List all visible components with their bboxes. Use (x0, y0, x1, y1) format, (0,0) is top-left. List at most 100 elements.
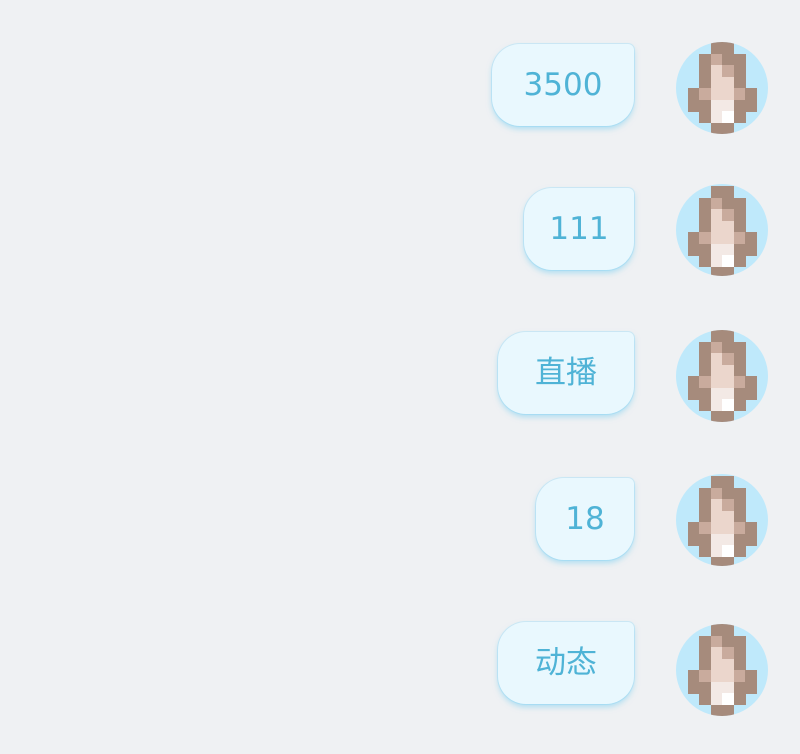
avatar-mosaic-pixel (722, 658, 734, 671)
avatar-mosaic-pixel (699, 387, 711, 400)
avatar-mosaic-pixel (722, 232, 734, 244)
user-avatar[interactable] (676, 330, 768, 422)
avatar-mosaic-pixel (722, 197, 734, 210)
avatar-mosaic-pixel (699, 65, 711, 77)
avatar-mosaic-pixel (710, 353, 723, 365)
avatar-mosaic-pixel (687, 670, 700, 682)
avatar-mosaic-pixel (722, 209, 734, 221)
message-text: 动态 (535, 644, 597, 681)
avatar-mosaic-pixel (710, 499, 723, 511)
message-bubble[interactable]: 111 (524, 188, 634, 270)
avatar-mosaic-pixel (722, 693, 734, 705)
message-bubble[interactable]: 18 (536, 478, 634, 560)
avatar-mosaic-pixel (710, 624, 723, 636)
message-row: 直播 (0, 330, 800, 428)
avatar-mosaic-pixel (699, 88, 711, 100)
avatar-mosaic-pixel (733, 88, 746, 100)
avatar-mosaic-pixel (710, 399, 723, 411)
avatar-mosaic-pixel (722, 670, 734, 682)
message-text: 3500 (523, 66, 603, 103)
user-avatar[interactable] (676, 624, 768, 716)
avatar-mosaic-pixel (710, 693, 723, 705)
avatar-mosaic-pixel (710, 232, 723, 244)
avatar-mosaic-pixel (722, 410, 734, 422)
avatar-mosaic-pixel (722, 624, 734, 636)
avatar-mosaic-pixel (745, 387, 757, 400)
avatar-mosaic-pixel (722, 681, 734, 694)
message-row: 3500 (0, 42, 800, 140)
user-avatar[interactable] (676, 42, 768, 134)
avatar-mosaic-pixel (722, 364, 734, 377)
avatar-mosaic-pixel (745, 88, 757, 100)
avatar-mosaic-pixel (722, 545, 734, 557)
avatar-mosaic-pixel (722, 476, 734, 488)
avatar-mosaic-pixel (699, 399, 711, 411)
avatar-mosaic-pixel (710, 111, 723, 123)
avatar-mosaic-pixel (722, 330, 734, 342)
message-bubble[interactable]: 直播 (498, 332, 634, 414)
avatar-mosaic-pixel (699, 232, 711, 244)
user-avatar[interactable] (676, 474, 768, 566)
message-row: 111 (0, 184, 800, 284)
avatar-mosaic-pixel (710, 476, 723, 488)
avatar-mosaic-pixel (699, 635, 711, 648)
avatar-mosaic-pixel (710, 42, 723, 54)
avatar-mosaic-pixel (733, 111, 746, 123)
avatar-mosaic-pixel (710, 53, 723, 66)
avatar-mosaic-pixel (710, 209, 723, 221)
avatar-mosaic-pixel (722, 399, 734, 411)
avatar-mosaic-pixel (722, 704, 734, 716)
avatar-mosaic-pixel (687, 533, 700, 546)
avatar-mosaic-pixel (733, 209, 746, 221)
avatar-mosaic-pixel (687, 376, 700, 388)
avatar-mosaic-pixel (710, 658, 723, 671)
avatar-mosaic-pixel (733, 399, 746, 411)
avatar-mosaic-pixel (710, 681, 723, 694)
avatar-mosaic-pixel (710, 387, 723, 400)
avatar-mosaic-pixel (733, 232, 746, 244)
avatar-mosaic-pixel (722, 341, 734, 354)
avatar-mosaic-pixel (699, 76, 711, 89)
avatar-mosaic-pixel (722, 499, 734, 511)
avatar-mosaic-pixel (745, 99, 757, 112)
avatar-mosaic-pixel (733, 387, 746, 400)
avatar-mosaic-pixel (710, 487, 723, 500)
avatar-mosaic-pixel (745, 522, 757, 534)
avatar-mosaic-pixel (733, 341, 746, 354)
avatar-mosaic-pixel (722, 42, 734, 54)
avatar-mosaic-pixel (699, 681, 711, 694)
avatar-mosaic-pixel (699, 197, 711, 210)
avatar-mosaic-pixel (722, 99, 734, 112)
user-avatar[interactable] (676, 184, 768, 276)
avatar-mosaic-pixel (687, 88, 700, 100)
avatar-mosaic-pixel (699, 499, 711, 511)
avatar-mosaic-pixel (710, 243, 723, 256)
message-bubble[interactable]: 动态 (498, 622, 634, 704)
message-row: 动态 (0, 622, 800, 718)
avatar-mosaic-pixel (745, 376, 757, 388)
avatar-mosaic-pixel (699, 487, 711, 500)
avatar-mosaic-pixel (699, 220, 711, 233)
avatar-mosaic-pixel (710, 99, 723, 112)
avatar-mosaic-pixel (733, 499, 746, 511)
avatar-mosaic-pixel (699, 658, 711, 671)
avatar-mosaic-pixel (710, 76, 723, 89)
avatar-mosaic-pixel (710, 186, 723, 198)
avatar-mosaic-pixel (733, 53, 746, 66)
avatar-mosaic-pixel (722, 255, 734, 267)
avatar-mosaic-pixel (745, 243, 757, 256)
avatar-mosaic-pixel (710, 545, 723, 557)
avatar-mosaic-pixel (699, 647, 711, 659)
avatar-mosaic-pixel (733, 647, 746, 659)
avatar-mosaic-pixel (699, 376, 711, 388)
avatar-mosaic-pixel (699, 510, 711, 523)
avatar-mosaic-pixel (710, 510, 723, 523)
avatar-mosaic-pixel (687, 243, 700, 256)
message-bubble[interactable]: 3500 (492, 44, 634, 126)
avatar-mosaic-pixel (710, 376, 723, 388)
avatar-mosaic-pixel (699, 545, 711, 557)
message-text: 111 (549, 210, 609, 247)
avatar-mosaic-pixel (710, 556, 723, 566)
avatar-mosaic-pixel (733, 658, 746, 671)
avatar-mosaic-pixel (710, 197, 723, 210)
